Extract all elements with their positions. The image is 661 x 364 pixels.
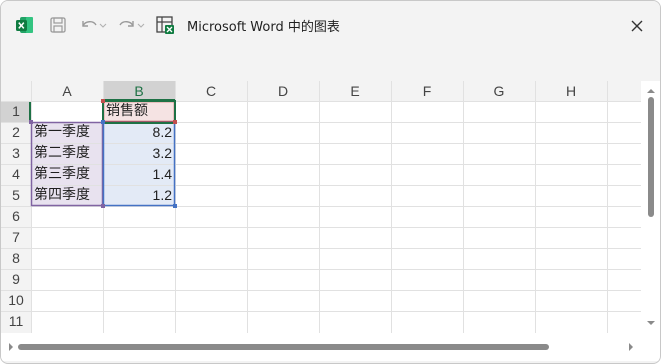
column-header-d[interactable]: D	[247, 81, 319, 101]
vertical-scroll-thumb	[648, 97, 654, 217]
cell-a5-category[interactable]: 第四季度	[31, 185, 103, 206]
column-header-h[interactable]: H	[535, 81, 607, 101]
save-icon[interactable]	[48, 15, 68, 35]
horizontal-scrollbar[interactable]	[1, 333, 660, 361]
cell-b5-value[interactable]: 1.2	[103, 185, 175, 206]
chart-data-window: Microsoft Word 中的图表 A B C D E F G H 1 2 …	[0, 0, 661, 364]
row-header-3[interactable]: 3	[1, 143, 31, 164]
row-header-10[interactable]: 10	[1, 290, 31, 311]
scroll-down-icon	[647, 321, 655, 325]
spreadsheet-grid[interactable]: A B C D E F G H 1 2 3 4 5 6 7 8 9 10 11 …	[1, 81, 660, 333]
scroll-up-icon	[647, 89, 655, 93]
cell-b1-series-name[interactable]: 销售额	[103, 101, 175, 122]
column-header-a[interactable]: A	[31, 81, 103, 101]
vertical-scrollbar[interactable]	[641, 81, 660, 333]
title-bar: Microsoft Word 中的图表	[1, 1, 660, 51]
cell-a2-category[interactable]: 第一季度	[31, 122, 103, 143]
cell-b2-value[interactable]: 8.2	[103, 122, 175, 143]
cell-a4-category[interactable]: 第三季度	[31, 164, 103, 185]
cell-b4-value[interactable]: 1.4	[103, 164, 175, 185]
window-title: Microsoft Word 中的图表	[187, 20, 340, 35]
row-header-4[interactable]: 4	[1, 164, 31, 185]
row-header-9[interactable]: 9	[1, 269, 31, 290]
row-header-7[interactable]: 7	[1, 227, 31, 248]
column-header-f[interactable]: F	[391, 81, 463, 101]
column-header-c[interactable]: C	[175, 81, 247, 101]
excel-logo-icon	[15, 15, 35, 35]
undo-icon[interactable]	[79, 15, 107, 35]
column-header-b[interactable]: B	[103, 81, 175, 101]
row-header-2[interactable]: 2	[1, 122, 31, 143]
horizontal-scroll-thumb	[18, 344, 549, 350]
cell-b3-value[interactable]: 3.2	[103, 143, 175, 164]
column-header-g[interactable]: G	[463, 81, 535, 101]
grid-lines	[1, 81, 660, 333]
row-header-8[interactable]: 8	[1, 248, 31, 269]
row-header-11[interactable]: 11	[1, 311, 31, 332]
scroll-left-icon	[9, 343, 13, 351]
redo-icon[interactable]	[117, 15, 145, 35]
row-header-5[interactable]: 5	[1, 185, 31, 206]
edit-data-in-excel-icon[interactable]	[155, 15, 175, 35]
row-header-6[interactable]: 6	[1, 206, 31, 227]
toolbar-strip	[1, 51, 660, 81]
cell-a3-category[interactable]: 第二季度	[31, 143, 103, 164]
close-icon[interactable]	[626, 15, 648, 37]
row-header-1[interactable]: 1	[1, 101, 31, 122]
column-header-e[interactable]: E	[319, 81, 391, 101]
scroll-right-icon	[629, 343, 633, 351]
